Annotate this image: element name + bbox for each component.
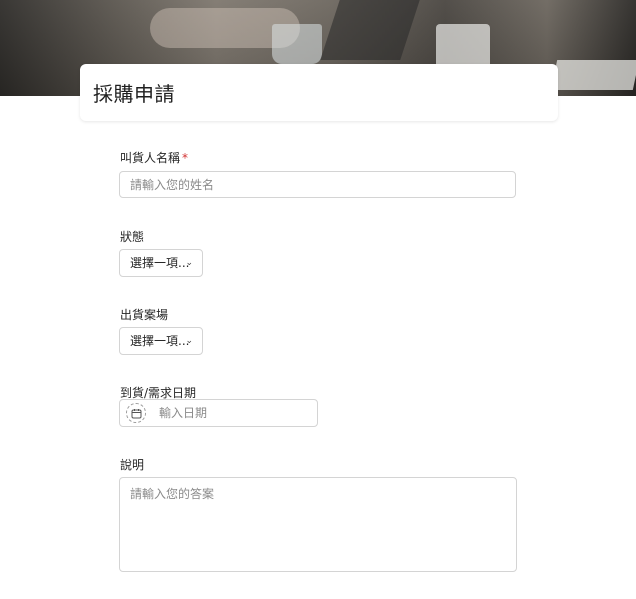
description-label: 說明	[120, 458, 145, 472]
requester-placeholder: 請輸入您的姓名	[130, 178, 215, 192]
requester-label: 叫貨人名稱 *	[120, 149, 188, 166]
shipping-site-selected-value: 選擇一項...	[130, 334, 190, 348]
required-mark: *	[182, 151, 189, 165]
requester-name-input[interactable]: 請輸入您的姓名	[119, 171, 516, 198]
status-selected-value: 選擇一項...	[130, 256, 190, 270]
calendar-icon[interactable]	[126, 403, 146, 423]
form-title: 採購申請	[93, 82, 175, 106]
description-textarea[interactable]: 請輸入您的答案	[119, 477, 517, 572]
chevron-down-icon: ⌄	[185, 258, 193, 268]
due-date-placeholder: 輸入日期	[159, 406, 208, 420]
form-title-card: 採購申請	[80, 64, 558, 121]
chevron-down-icon: ⌄	[185, 336, 193, 346]
shipping-site-label: 出貨案場	[120, 308, 169, 322]
status-label: 狀態	[120, 230, 145, 244]
description-placeholder: 請輸入您的答案	[130, 487, 215, 501]
shipping-site-select[interactable]: 選擇一項... ⌄	[119, 327, 203, 355]
due-date-input[interactable]: 輸入日期	[119, 399, 318, 427]
requester-label-text: 叫貨人名稱	[120, 151, 181, 165]
status-select[interactable]: 選擇一項... ⌄	[119, 249, 203, 277]
